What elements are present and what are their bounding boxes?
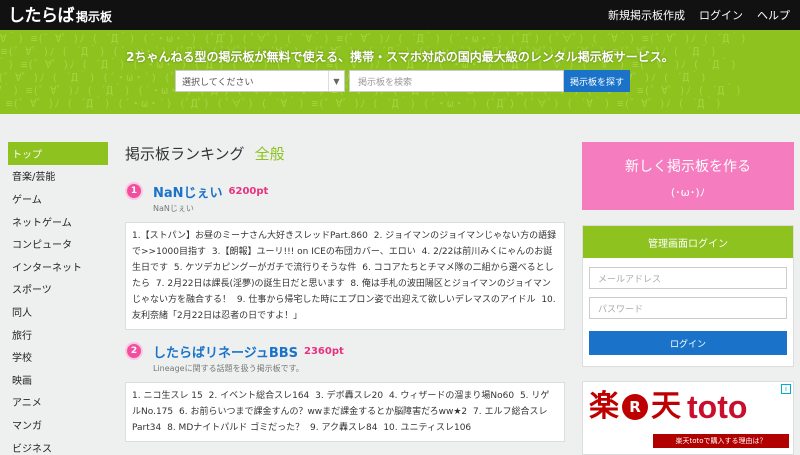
thread-link[interactable]: 8. MDナイトパルド ゴミだった？ <box>167 423 304 433</box>
logo-sub: 掲示板 <box>76 10 113 24</box>
nav-create-board-link[interactable]: 新規掲示板作成 <box>608 7 685 23</box>
sidebar-item-internet[interactable]: インターネット <box>8 255 108 278</box>
rank-badge: 1 <box>125 182 143 200</box>
thread-list: 1.【ストパン】お昼のミーナさん大好きスレッドPart.860 2. ジョイマン… <box>125 222 565 330</box>
rakuten-r-icon: R <box>622 394 648 420</box>
thread-link[interactable]: 3. デボ轟スレ20 <box>315 391 383 401</box>
site-logo[interactable]: したらば 掲示板 <box>8 3 112 27</box>
sidebar-item-business[interactable]: ビジネス <box>8 436 108 455</box>
page-title: 掲示板ランキング 全般 <box>125 143 285 164</box>
sidebar-item-music[interactable]: 音楽/芸能 <box>8 165 108 188</box>
ad-banner[interactable]: 楽 R 天 toto 楽天totoで購入する理由は？ i <box>582 381 794 455</box>
thread-link[interactable]: 1. ニコ生スレ 15 <box>132 391 203 401</box>
category-select-value: 選択してください <box>182 77 254 88</box>
admin-login-panel: 管理画面ログイン メールアドレス パスワード ログイン <box>582 225 794 367</box>
ad-brand-toto: toto <box>687 389 748 425</box>
search-button[interactable]: 掲示板を探す <box>564 70 630 92</box>
nav-help-link[interactable]: ヘルプ <box>757 7 790 23</box>
search-input[interactable]: 掲示板を検索 <box>349 70 564 92</box>
password-field[interactable]: パスワード <box>589 297 787 319</box>
page-title-text: 掲示板ランキング <box>125 145 245 163</box>
thread-link[interactable]: 3.【朗報】ユーリ!!! on ICEの布団カバー、エロい <box>212 247 416 257</box>
banner-tagline: 2ちゃんねる型の掲示板が無料で使える、携帯・スマホ対応の国内最大級のレンタル掲示… <box>126 50 674 64</box>
sidebar-item-movie[interactable]: 映画 <box>8 368 108 391</box>
create-board-face: (･ω･)ﾉ <box>670 186 706 199</box>
ranking-entry: 1 NaNじぇい 6200pt NaNじぇい 1.【ストパン】お昼のミーナさん大… <box>125 181 565 330</box>
board-name-link[interactable]: NaNじぇい <box>153 182 223 201</box>
board-subtitle: Lineageに関する話題を扱う掲示板です。 <box>153 364 304 373</box>
top-bar: したらば 掲示板 新規掲示板作成 ログイン ヘルプ <box>0 0 800 30</box>
category-select[interactable]: 選択してください ▼ <box>175 70 345 92</box>
thread-link[interactable]: 4. ウィザードの溜まり場No60 <box>389 391 514 401</box>
thread-link[interactable]: 1.【ストパン】お昼のミーナさん大好きスレッドPart.860 <box>132 231 368 241</box>
ranking-header: 1 NaNじぇい 6200pt <box>125 181 565 201</box>
nav-login-link[interactable]: ログイン <box>699 7 743 23</box>
chevron-down-icon: ▼ <box>328 71 344 91</box>
thread-link[interactable]: 7. 2月22日は課長(淫夢)の誕生日だと思います <box>156 279 345 289</box>
sidebar-item-travel[interactable]: 旅行 <box>8 323 108 346</box>
sidebar-item-computer[interactable]: コンピュータ <box>8 232 108 255</box>
sidebar-item-sports[interactable]: スポーツ <box>8 278 108 301</box>
email-field[interactable]: メールアドレス <box>589 267 787 289</box>
board-subtitle: NaNじぇい <box>153 204 194 213</box>
thread-link[interactable]: 10. ユニティスレ106 <box>383 423 471 433</box>
login-button[interactable]: ログイン <box>589 331 787 355</box>
logo-main: したらば <box>8 6 75 26</box>
sidebar-item-doujin[interactable]: 同人 <box>8 300 108 323</box>
page-title-accent: 全般 <box>254 145 285 163</box>
thread-link[interactable]: 2. イベント総合スレ164 <box>209 391 310 401</box>
ad-strip: 楽天totoで購入する理由は？ <box>653 434 789 448</box>
sidebar-item-netgame[interactable]: ネットゲーム <box>8 210 108 233</box>
sidebar-item-manga[interactable]: マンガ <box>8 413 108 436</box>
ad-logo: 楽 R 天 toto <box>589 389 748 425</box>
thread-list: 1. ニコ生スレ 15 2. イベント総合スレ164 3. デボ轟スレ20 4.… <box>125 382 565 442</box>
login-panel-title: 管理画面ログイン <box>583 226 793 258</box>
sidebar-item-anime[interactable]: アニメ <box>8 391 108 414</box>
create-board-label: 新しく掲示板を作る <box>625 159 751 175</box>
sidebar-item-top[interactable]: トップ <box>8 142 108 165</box>
board-points: 6200pt <box>228 185 269 197</box>
sidebar-item-school[interactable]: 学校 <box>8 345 108 368</box>
board-points: 2360pt <box>304 345 344 357</box>
ad-brand-right: 天 <box>651 389 681 424</box>
rank-badge: 2 <box>125 342 143 360</box>
ad-info-icon[interactable]: i <box>781 384 791 394</box>
top-nav: 新規掲示板作成 ログイン ヘルプ <box>608 0 790 30</box>
thread-link[interactable]: 6. お前らいつまで課金すんの？wwまだ課金するとか脳障害だろww★2 <box>179 407 467 417</box>
sidebar-item-game[interactable]: ゲーム <box>8 187 108 210</box>
create-board-button[interactable]: 新しく掲示板を作る (･ω･)ﾉ <box>582 142 794 210</box>
hero-banner: ( ´∀｀) ≡(゜∀゜)ﾉ ( ´Д｀) (´・ω・`) (ﾟДﾟ) ( ﾟ∀… <box>0 30 800 114</box>
search-bar: 選択してください ▼ 掲示板を検索 掲示板を探す <box>175 70 630 92</box>
board-name-link[interactable]: したらばリネージュBBS <box>153 342 298 361</box>
category-sidebar: トップ 音楽/芸能 ゲーム ネットゲーム コンピュータ インターネット スポーツ… <box>8 142 108 455</box>
ranking-header: 2 したらばリネージュBBS 2360pt <box>125 341 565 361</box>
ad-brand-left: 楽 <box>589 389 619 424</box>
thread-link[interactable]: 5. ケツデカピングーがガチで流行りそうな件 <box>174 263 356 273</box>
thread-link[interactable]: 9. アク轟スレ84 <box>310 423 377 433</box>
thread-link[interactable]: 9. 仕事から帰宅した時にエプロン姿で出迎えて欲しいデレマスのアイドル <box>237 295 536 305</box>
ranking-entry: 2 したらばリネージュBBS 2360pt Lineageに関する話題を扱う掲示… <box>125 341 565 442</box>
